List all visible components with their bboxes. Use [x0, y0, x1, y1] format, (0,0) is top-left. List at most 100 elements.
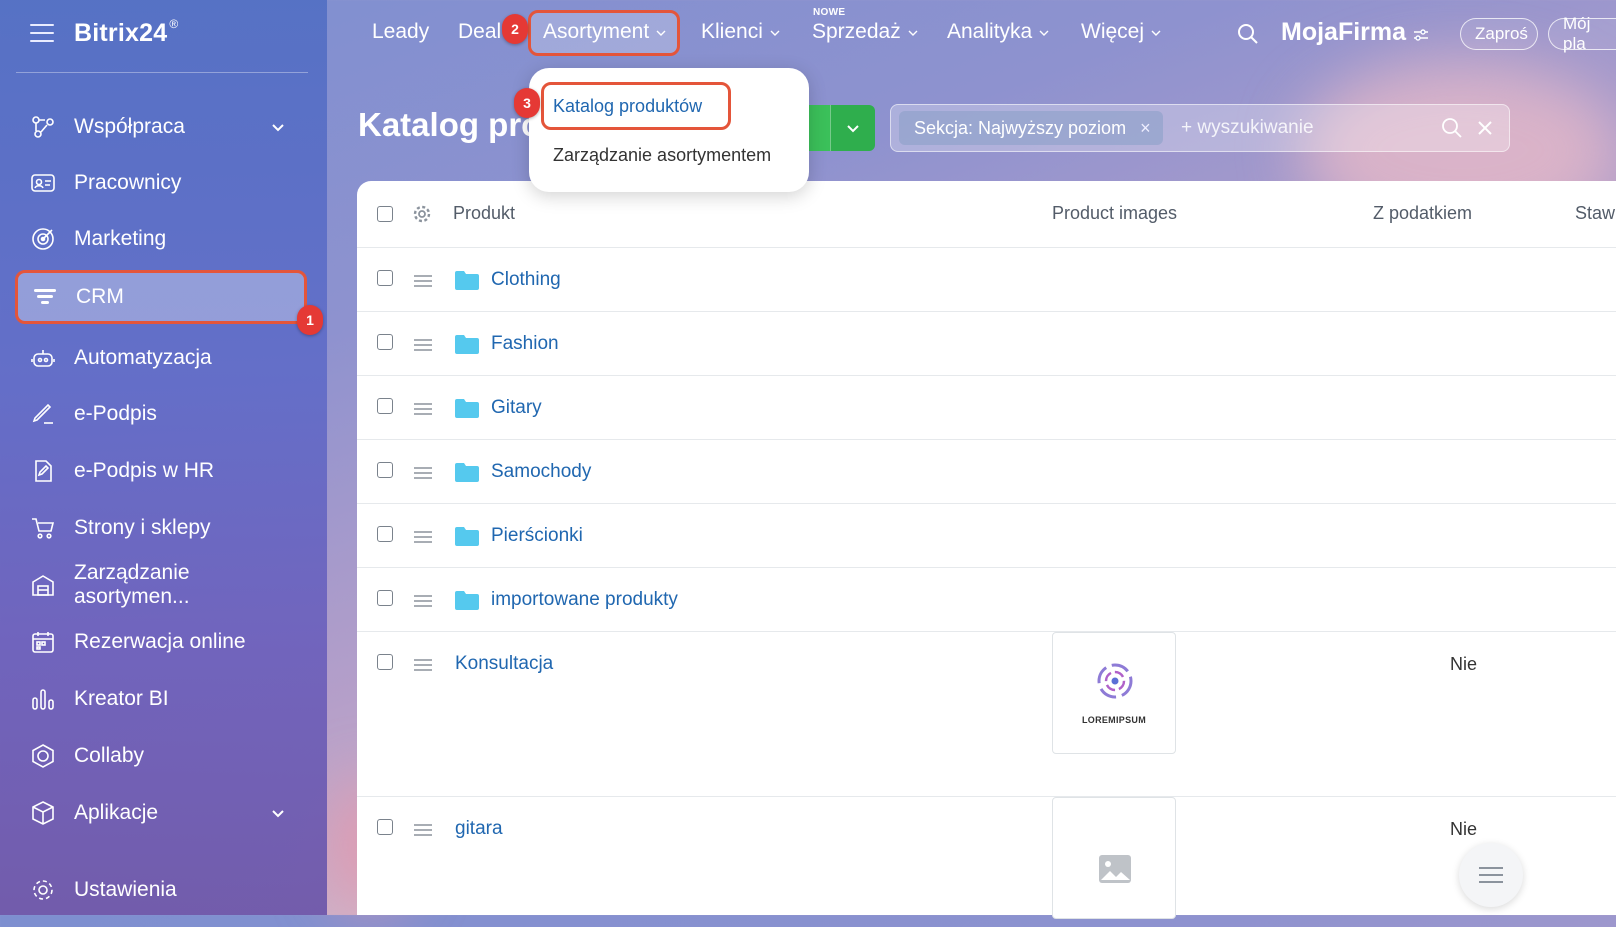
- sidebar-item-label: Marketing: [74, 227, 167, 250]
- sidebar-item-pracownicy[interactable]: Pracownicy: [16, 159, 308, 207]
- sidebar-item-e-podpis[interactable]: e-Podpis: [16, 390, 308, 438]
- filter-search-box[interactable]: Sekcja: Najwyższy poziom × + wyszukiwani…: [890, 104, 1510, 152]
- nav-item-deal[interactable]: Deal: [458, 20, 501, 44]
- nav-item-analityka[interactable]: Analityka: [947, 20, 1050, 44]
- folder-link[interactable]: importowane produkty: [491, 589, 678, 611]
- sidebar-item-collaby[interactable]: Collaby: [16, 732, 308, 780]
- table-row[interactable]: Gitary: [357, 376, 1616, 440]
- nav-item-sprzedaz[interactable]: Sprzedaż: [812, 20, 919, 44]
- product-link[interactable]: gitara: [455, 818, 503, 840]
- signature-document-icon: [30, 458, 56, 484]
- app-logo[interactable]: Bitrix24 ®: [74, 17, 178, 48]
- sidebar-item-marketing[interactable]: Marketing: [16, 215, 308, 263]
- chevron-down-icon[interactable]: [268, 803, 288, 823]
- sidebar-item-kreator-bi[interactable]: Kreator BI: [16, 675, 308, 723]
- logo-text: LOREMIPSUM: [1081, 715, 1146, 725]
- column-header-rate[interactable]: Stawk: [1575, 203, 1616, 224]
- create-dropdown-button[interactable]: [830, 105, 875, 151]
- menu-icon[interactable]: [30, 24, 54, 42]
- bar-chart-icon: [30, 686, 56, 712]
- menu-item-katalog-produktow[interactable]: Katalog produktów: [553, 96, 702, 117]
- drag-handle-icon[interactable]: [414, 659, 432, 671]
- signature-pen-icon: [30, 401, 56, 427]
- drag-handle-icon[interactable]: [414, 339, 432, 351]
- folder-link[interactable]: Pierścionki: [491, 525, 583, 547]
- column-header-images[interactable]: Product images: [1052, 203, 1177, 224]
- chevron-down-icon[interactable]: [268, 117, 288, 137]
- sidebar-item-automatyzacja[interactable]: Automatyzacja: [16, 334, 308, 382]
- table-row[interactable]: gitara Nie: [357, 797, 1616, 927]
- folder-link[interactable]: Samochody: [491, 461, 591, 483]
- filter-chip[interactable]: Sekcja: Najwyższy poziom ×: [899, 111, 1163, 145]
- chevron-down-icon: [847, 125, 859, 133]
- sidebar-item-label: CRM: [76, 285, 124, 308]
- tax-value: Nie: [1450, 654, 1478, 674]
- product-link[interactable]: Konsultacja: [455, 653, 553, 675]
- nav-item-wiecej[interactable]: Więcej: [1081, 20, 1162, 44]
- step-marker-3: 3: [514, 88, 540, 118]
- close-icon[interactable]: ×: [1140, 118, 1151, 139]
- nav-item-asortyment[interactable]: Asortyment: [543, 20, 667, 44]
- floating-menu-button[interactable]: [1459, 843, 1523, 907]
- chevron-down-icon: [908, 30, 918, 36]
- row-checkbox[interactable]: [377, 462, 393, 478]
- table-row[interactable]: Pierścionki: [357, 504, 1616, 568]
- sidebar-item-ustawienia[interactable]: Ustawienia: [16, 866, 308, 914]
- drag-handle-icon[interactable]: [414, 595, 432, 607]
- asortyment-dropdown-menu: Katalog produktów Zarządzanie asortyment…: [529, 68, 809, 192]
- drag-handle-icon[interactable]: [414, 403, 432, 415]
- drag-handle-icon[interactable]: [414, 824, 432, 836]
- folder-link[interactable]: Fashion: [491, 333, 559, 355]
- sidebar-item-wspolpraca[interactable]: Współpraca: [16, 103, 308, 151]
- sidebar: Bitrix24 ® Współpraca Pracownicy Marketin…: [0, 0, 327, 915]
- row-checkbox[interactable]: [377, 526, 393, 542]
- table-row[interactable]: Fashion: [357, 312, 1616, 376]
- product-image-placeholder[interactable]: [1052, 797, 1176, 919]
- chevron-down-icon: [1039, 30, 1049, 36]
- sidebar-item-label: Aplikacje: [74, 801, 159, 824]
- sidebar-item-label: Pracownicy: [74, 171, 182, 194]
- menu-item-zarzadzanie-asortymentem[interactable]: Zarządzanie asortymentem: [553, 145, 771, 166]
- row-checkbox[interactable]: [377, 270, 393, 286]
- my-plan-button[interactable]: Mój pla: [1548, 14, 1616, 53]
- folder-link[interactable]: Clothing: [491, 269, 561, 291]
- row-checkbox[interactable]: [377, 654, 393, 670]
- folder-link[interactable]: Gitary: [491, 397, 542, 419]
- drag-handle-icon[interactable]: [414, 531, 432, 543]
- nav-item-klienci[interactable]: Klienci: [701, 20, 781, 44]
- table-row[interactable]: importowane produkty: [357, 568, 1616, 632]
- table-row[interactable]: Konsultacja LOREMIPSUM Nie: [357, 632, 1616, 797]
- select-all-checkbox[interactable]: [377, 206, 393, 222]
- search-icon[interactable]: [1236, 22, 1260, 46]
- sidebar-item-e-podpis-hr[interactable]: e-Podpis w HR: [16, 447, 308, 495]
- nav-item-leady[interactable]: Leady: [372, 20, 429, 44]
- table-row[interactable]: Clothing: [357, 248, 1616, 312]
- company-name[interactable]: MojaFirma: [1281, 18, 1406, 47]
- sidebar-item-rezerwacja-online[interactable]: Rezerwacja online: [16, 618, 308, 666]
- table-row[interactable]: Samochody: [357, 440, 1616, 504]
- row-checkbox[interactable]: [377, 398, 393, 414]
- sidebar-item-aplikacje[interactable]: Aplikacje: [16, 789, 308, 837]
- close-icon[interactable]: [1475, 118, 1495, 138]
- sidebar-item-label: Kreator BI: [74, 687, 169, 710]
- product-image-thumbnail[interactable]: LOREMIPSUM: [1052, 632, 1176, 754]
- column-header-tax[interactable]: Z podatkiem: [1373, 203, 1472, 224]
- drag-handle-icon[interactable]: [414, 467, 432, 479]
- column-header-product[interactable]: Produkt: [453, 203, 515, 224]
- gear-icon[interactable]: [413, 205, 431, 223]
- step-marker-2: 2: [502, 14, 528, 44]
- sidebar-item-strony-i-sklepy[interactable]: Strony i sklepy: [16, 504, 308, 552]
- folder-icon: [455, 399, 479, 418]
- sidebar-item-zarzadzanie-asortymentem[interactable]: Zarządzanie asortymen...: [16, 561, 308, 609]
- sidebar-item-label: Collaby: [74, 744, 145, 767]
- search-input[interactable]: + wyszukiwanie: [1181, 117, 1314, 139]
- sidebar-item-crm[interactable]: CRM: [15, 270, 307, 324]
- folder-icon: [455, 335, 479, 354]
- row-checkbox[interactable]: [377, 334, 393, 350]
- settings-sliders-icon[interactable]: [1412, 26, 1430, 44]
- row-checkbox[interactable]: [377, 590, 393, 606]
- search-icon[interactable]: [1441, 117, 1463, 139]
- row-checkbox[interactable]: [377, 819, 393, 835]
- invite-button[interactable]: Zaproś: [1460, 18, 1538, 50]
- drag-handle-icon[interactable]: [414, 275, 432, 287]
